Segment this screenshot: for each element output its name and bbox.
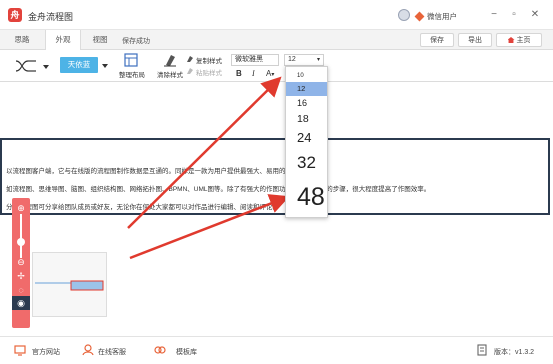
zoom-panel: ⊕ ⊖ ✢ ◌ ◉: [12, 198, 30, 328]
status-bar: 官方网站 在线客服 模板库 版本：v1.3.2: [0, 336, 553, 364]
eye-icon: ◉: [17, 298, 25, 308]
font-size-option-10[interactable]: 10: [286, 70, 327, 82]
support-link[interactable]: 在线客服: [98, 347, 126, 357]
font-size-dropdown: 10 12 16 18 24 32 48: [285, 66, 328, 218]
zoom-out-icon[interactable]: ⊖: [15, 256, 27, 268]
font-size-option-24[interactable]: 24: [286, 128, 327, 148]
version-label: 版本：v1.3.2: [494, 349, 535, 356]
font-size-option-16[interactable]: 16: [286, 96, 327, 111]
arrow-to-size-48: [129, 194, 290, 260]
minimap-preview: [35, 280, 104, 291]
move-icon[interactable]: ✢: [15, 270, 27, 282]
zoom-slider-track[interactable]: [20, 214, 22, 258]
font-size-option-18[interactable]: 18: [286, 111, 327, 128]
website-icon: [14, 345, 26, 356]
font-size-option-48[interactable]: 48: [286, 178, 327, 216]
eye-toggle[interactable]: ◉: [12, 296, 30, 310]
zoom-slider-handle[interactable]: [17, 238, 25, 246]
zoom-in-icon[interactable]: ⊕: [15, 202, 27, 214]
template-link[interactable]: 模板库: [176, 347, 197, 357]
website-link[interactable]: 官方网站: [32, 347, 60, 357]
arrow-to-font-color: [127, 76, 282, 229]
font-size-option-12[interactable]: 12: [286, 82, 327, 96]
fit-icon[interactable]: ◌: [15, 284, 27, 296]
font-size-option-32[interactable]: 32: [286, 150, 327, 176]
version-icon: [477, 344, 487, 356]
minimap[interactable]: [32, 252, 107, 317]
support-icon: [82, 344, 94, 356]
template-icon: [154, 346, 166, 354]
